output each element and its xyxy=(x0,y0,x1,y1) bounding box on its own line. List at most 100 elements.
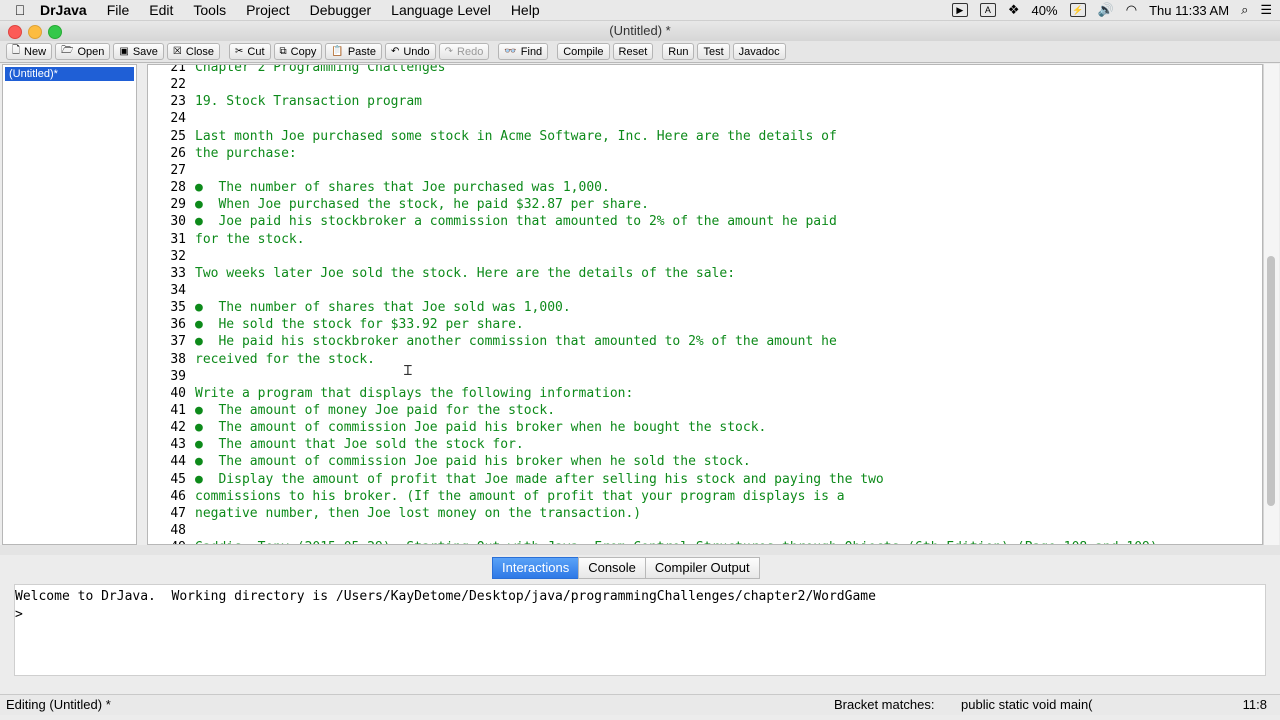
code-line[interactable]: 25 Last month Joe purchased some stock in… xyxy=(148,128,836,145)
code-line[interactable]: 27 xyxy=(148,162,186,179)
zoom-window-icon[interactable] xyxy=(48,25,62,39)
code-line[interactable]: 26 the purchase: xyxy=(148,145,296,162)
text-input-icon[interactable]: A xyxy=(979,3,996,17)
cut-button[interactable]: ✂ Cut xyxy=(229,43,271,60)
menu-language-level[interactable]: Language Level xyxy=(391,2,491,18)
code-line[interactable]: 29 ● When Joe purchased the stock, he pai… xyxy=(148,196,649,213)
menu-debugger[interactable]: Debugger xyxy=(310,2,372,18)
pane-divider-horizontal[interactable] xyxy=(0,545,1280,555)
dropbox-icon[interactable]: ❖ xyxy=(1008,2,1020,18)
clock[interactable]: Thu 11:33 AM xyxy=(1149,3,1229,18)
run-button[interactable]: Run xyxy=(662,43,695,60)
app-menu[interactable]: DrJava xyxy=(40,2,87,18)
document-item-untitled[interactable]: (Untitled)* xyxy=(5,67,134,81)
battery-icon[interactable]: ⚡ xyxy=(1069,3,1086,17)
paste-button[interactable]: 📋 Paste xyxy=(325,43,382,60)
code-line[interactable]: 38 received for the stock. xyxy=(148,351,375,368)
camera-icon[interactable]: ▶ xyxy=(951,3,968,17)
reset-button[interactable]: Reset xyxy=(612,43,654,60)
code-line[interactable]: 45 ● Display the amount of profit that Jo… xyxy=(148,471,883,488)
find-button[interactable]: 👓 Find xyxy=(498,43,549,60)
open-button[interactable]: 🗁 Open xyxy=(55,43,111,60)
scrollbar-thumb[interactable] xyxy=(1267,256,1275,506)
code-line[interactable]: 36 ● He sold the stock for $33.92 per sha… xyxy=(148,316,523,333)
interactions-prompt[interactable]: > xyxy=(15,606,1265,624)
copy-button[interactable]: ⧉ Copy xyxy=(273,43,323,60)
menu-tools[interactable]: Tools xyxy=(193,2,226,18)
line-number: 21 xyxy=(170,64,186,75)
menu-file[interactable]: File xyxy=(107,2,130,18)
menu-help[interactable]: Help xyxy=(511,2,540,18)
line-number: 28 xyxy=(170,180,186,196)
code-line[interactable]: 31 for the stock. xyxy=(148,231,304,248)
clipboard-icon: 📋 xyxy=(331,46,344,57)
line-number: 30 xyxy=(170,214,186,230)
bottom-tabs: Interactions Console Compiler Output xyxy=(492,557,760,579)
document-list: (Untitled)* xyxy=(2,64,137,545)
code-line[interactable]: 46 commissions to his broker. (If the amo… xyxy=(148,488,844,505)
tab-console[interactable]: Console xyxy=(578,557,646,579)
code-line[interactable]: 30 ● Joe paid his stockbroker a commissio… xyxy=(148,213,836,230)
save-icon: ▣ xyxy=(119,46,129,57)
code-line[interactable]: 33 Two weeks later Joe sold the stock. He… xyxy=(148,265,735,282)
tab-compiler-output[interactable]: Compiler Output xyxy=(644,557,760,579)
code-line[interactable]: 42 ● The amount of commission Joe paid hi… xyxy=(148,419,766,436)
undo-button[interactable]: ↶ Undo xyxy=(384,43,436,60)
line-text: negative number, then Joe lost money on … xyxy=(195,505,642,521)
javadoc-button[interactable]: Javadoc xyxy=(732,43,786,60)
code-editor[interactable]: 21 Chapter 2 Programming Challenges 22 23 19… xyxy=(147,64,1263,545)
line-text: ● He sold the stock for $33.92 per share… xyxy=(195,317,524,333)
editor-vertical-scrollbar[interactable] xyxy=(1263,64,1279,545)
minimize-window-icon[interactable] xyxy=(28,25,42,39)
line-number: 38 xyxy=(170,351,186,367)
wifi-icon[interactable]: ◠ xyxy=(1126,2,1137,18)
redo-button[interactable]: ↷ Redo xyxy=(438,43,490,60)
battery-percent[interactable]: 40% xyxy=(1032,3,1058,18)
code-line[interactable]: 28 ● The number of shares that Joe purcha… xyxy=(148,179,609,196)
code-line[interactable]: 32 xyxy=(148,248,186,265)
code-line[interactable]: 41 ● The amount of money Joe paid for the… xyxy=(148,402,555,419)
volume-icon[interactable]: 🔊 xyxy=(1098,2,1114,18)
line-text: ● The amount of commission Joe paid his … xyxy=(195,454,751,470)
code-line[interactable]: 34 xyxy=(148,282,186,299)
line-number: 25 xyxy=(170,128,186,144)
code-line[interactable]: 47 negative number, then Joe lost money o… xyxy=(148,505,641,522)
code-line[interactable]: 24 xyxy=(148,110,186,127)
line-number: 26 xyxy=(170,145,186,161)
code-line[interactable]: 44 ● The amount of commission Joe paid hi… xyxy=(148,453,750,470)
line-number: 35 xyxy=(170,300,186,316)
test-button[interactable]: Test xyxy=(697,43,730,60)
status-bar: Editing (Untitled) * Bracket matches: pu… xyxy=(0,694,1280,715)
code-line[interactable]: 37 ● He paid his stockbroker another comm… xyxy=(148,333,836,350)
line-text: Chapter 2 Programming Challenges xyxy=(195,64,446,75)
spotlight-search-icon[interactable]: ⌕ xyxy=(1241,2,1248,18)
notification-center-icon[interactable]: ☰ xyxy=(1260,2,1272,18)
apple-icon[interactable]:  xyxy=(0,2,40,18)
code-line[interactable]: 35 ● The number of shares that Joe sold w… xyxy=(148,299,570,316)
new-button[interactable]: 🗋 New xyxy=(6,43,53,60)
save-button[interactable]: ▣ Save xyxy=(113,43,164,60)
code-line[interactable]: 40 Write a program that displays the foll… xyxy=(148,385,633,402)
line-text: ● The amount of commission Joe paid his … xyxy=(195,420,767,436)
code-line[interactable]: 43 ● The amount that Joe sold the stock f… xyxy=(148,436,523,453)
code-line[interactable]: 48 xyxy=(148,522,186,539)
close-file-icon: ☒ xyxy=(172,46,182,57)
tab-interactions[interactable]: Interactions xyxy=(492,557,580,579)
interactions-pane[interactable]: Welcome to DrJava. Working directory is … xyxy=(14,584,1266,676)
line-number: 39 xyxy=(170,368,186,384)
line-number: 33 xyxy=(170,265,186,281)
bracket-matches-value: public static void main( xyxy=(961,697,1093,712)
compile-button[interactable]: Compile xyxy=(557,43,610,60)
line-number: 41 xyxy=(170,403,186,418)
line-number: 32 xyxy=(170,248,186,264)
menu-edit[interactable]: Edit xyxy=(149,2,173,18)
menu-project[interactable]: Project xyxy=(246,2,290,18)
code-line[interactable]: 22 xyxy=(148,76,186,93)
close-window-icon[interactable] xyxy=(8,25,22,39)
code-line[interactable]: 21 Chapter 2 Programming Challenges xyxy=(148,64,445,76)
line-number: 46 xyxy=(170,488,186,504)
line-text: ● When Joe purchased the stock, he paid … xyxy=(195,197,649,213)
code-line[interactable]: 23 19. Stock Transaction program xyxy=(148,93,422,110)
code-line[interactable]: 39 xyxy=(148,368,186,385)
close-button[interactable]: ☒ Close xyxy=(166,43,221,60)
